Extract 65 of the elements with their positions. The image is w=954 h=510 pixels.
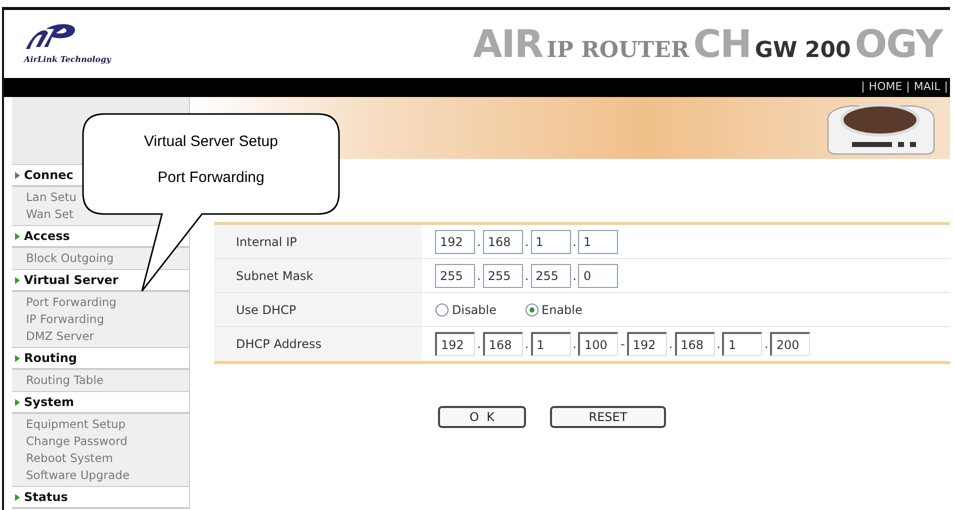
sidebar-link[interactable]: Software Upgrade	[26, 467, 189, 484]
ip-octet-field[interactable]: 255	[435, 264, 475, 288]
separator-dot: .	[524, 336, 529, 353]
ip-octet-field[interactable]: 168	[674, 332, 715, 356]
radio-button[interactable]	[524, 302, 539, 316]
callout-tooltip-text: Virtual Server Setup	[143, 132, 279, 152]
nav-separator: |	[906, 79, 910, 96]
ip-octet-field[interactable]: 1	[530, 332, 571, 356]
ip-octet-field[interactable]: 255	[482, 264, 523, 288]
background-title-text: OGY	[854, 20, 942, 68]
callout-tooltip-text: Port Forwarding	[156, 168, 266, 188]
sidebar-link[interactable]: Change Password	[26, 433, 189, 450]
separator-dot: .	[524, 234, 529, 250]
separator-dot: .	[477, 336, 481, 353]
ip-octet-field[interactable]: 100	[578, 332, 618, 356]
radio-button[interactable]	[435, 302, 449, 316]
ip-octet-field[interactable]: 192	[435, 230, 475, 254]
separator-dot: .	[764, 336, 768, 353]
triangle-icon	[15, 354, 20, 362]
field-label: DHCP Address	[214, 327, 422, 361]
ip-octet-field[interactable]: 192	[435, 332, 475, 356]
nav-separator: |	[861, 79, 865, 96]
triangle-icon	[15, 494, 20, 500]
ip-octet-field[interactable]: 0	[578, 264, 618, 288]
range-separator: -	[620, 336, 625, 353]
sidebar-link[interactable]: Equipment Setup	[26, 416, 189, 433]
field-label: Subnet Mask	[214, 259, 422, 292]
form-button[interactable]: O K	[438, 406, 526, 428]
background-title-text: CH	[693, 20, 751, 68]
ip-octet-field[interactable]: 1	[530, 230, 571, 254]
sidebar-link[interactable]: Port Forwarding	[26, 294, 189, 311]
sidebar-link[interactable]: IP Forwarding	[26, 311, 189, 328]
ip-octet-field[interactable]: 1	[578, 230, 618, 254]
triangle-icon	[15, 172, 20, 178]
ip-octet-field[interactable]: 255	[530, 264, 571, 288]
ip-octet-field[interactable]: 1	[722, 332, 762, 356]
ip-octet-field[interactable]: 192	[626, 332, 667, 356]
sidebar-link[interactable]: Reboot System	[26, 450, 189, 467]
separator-dot: .	[716, 336, 720, 353]
triangle-icon	[15, 276, 20, 284]
nav-link[interactable]: MAIL	[914, 79, 940, 96]
triangle-icon	[15, 232, 20, 240]
radio-label: Disable	[452, 302, 497, 318]
field-label: Internal IP	[214, 225, 422, 258]
triangle-icon	[15, 398, 20, 406]
model-title: GW 200	[754, 36, 851, 64]
ip-octet-field[interactable]: 168	[482, 230, 523, 254]
sidebar-link[interactable]: DMZ Server	[26, 328, 189, 345]
separator-dot: .	[477, 234, 481, 250]
ip-octet-field[interactable]: 168	[482, 332, 523, 356]
background-title-text: AIR	[472, 20, 543, 68]
field-label: Use DHCP	[214, 293, 422, 326]
form-button[interactable]: RESET	[550, 406, 666, 428]
nav-link[interactable]: HOME	[868, 79, 902, 96]
radio-label: Enable	[542, 302, 582, 318]
separator-dot: .	[572, 268, 576, 284]
ip-octet-field[interactable]: 200	[770, 332, 810, 356]
product-title: IP ROUTER	[546, 36, 690, 64]
separator-dot: .	[524, 268, 529, 284]
separator-dot: .	[668, 336, 673, 353]
logo-text: AirLink Technology	[24, 53, 111, 65]
separator-dot: .	[572, 234, 576, 250]
separator-dot: .	[477, 268, 481, 284]
nav-separator: |	[944, 79, 948, 96]
separator-dot: .	[572, 336, 576, 353]
